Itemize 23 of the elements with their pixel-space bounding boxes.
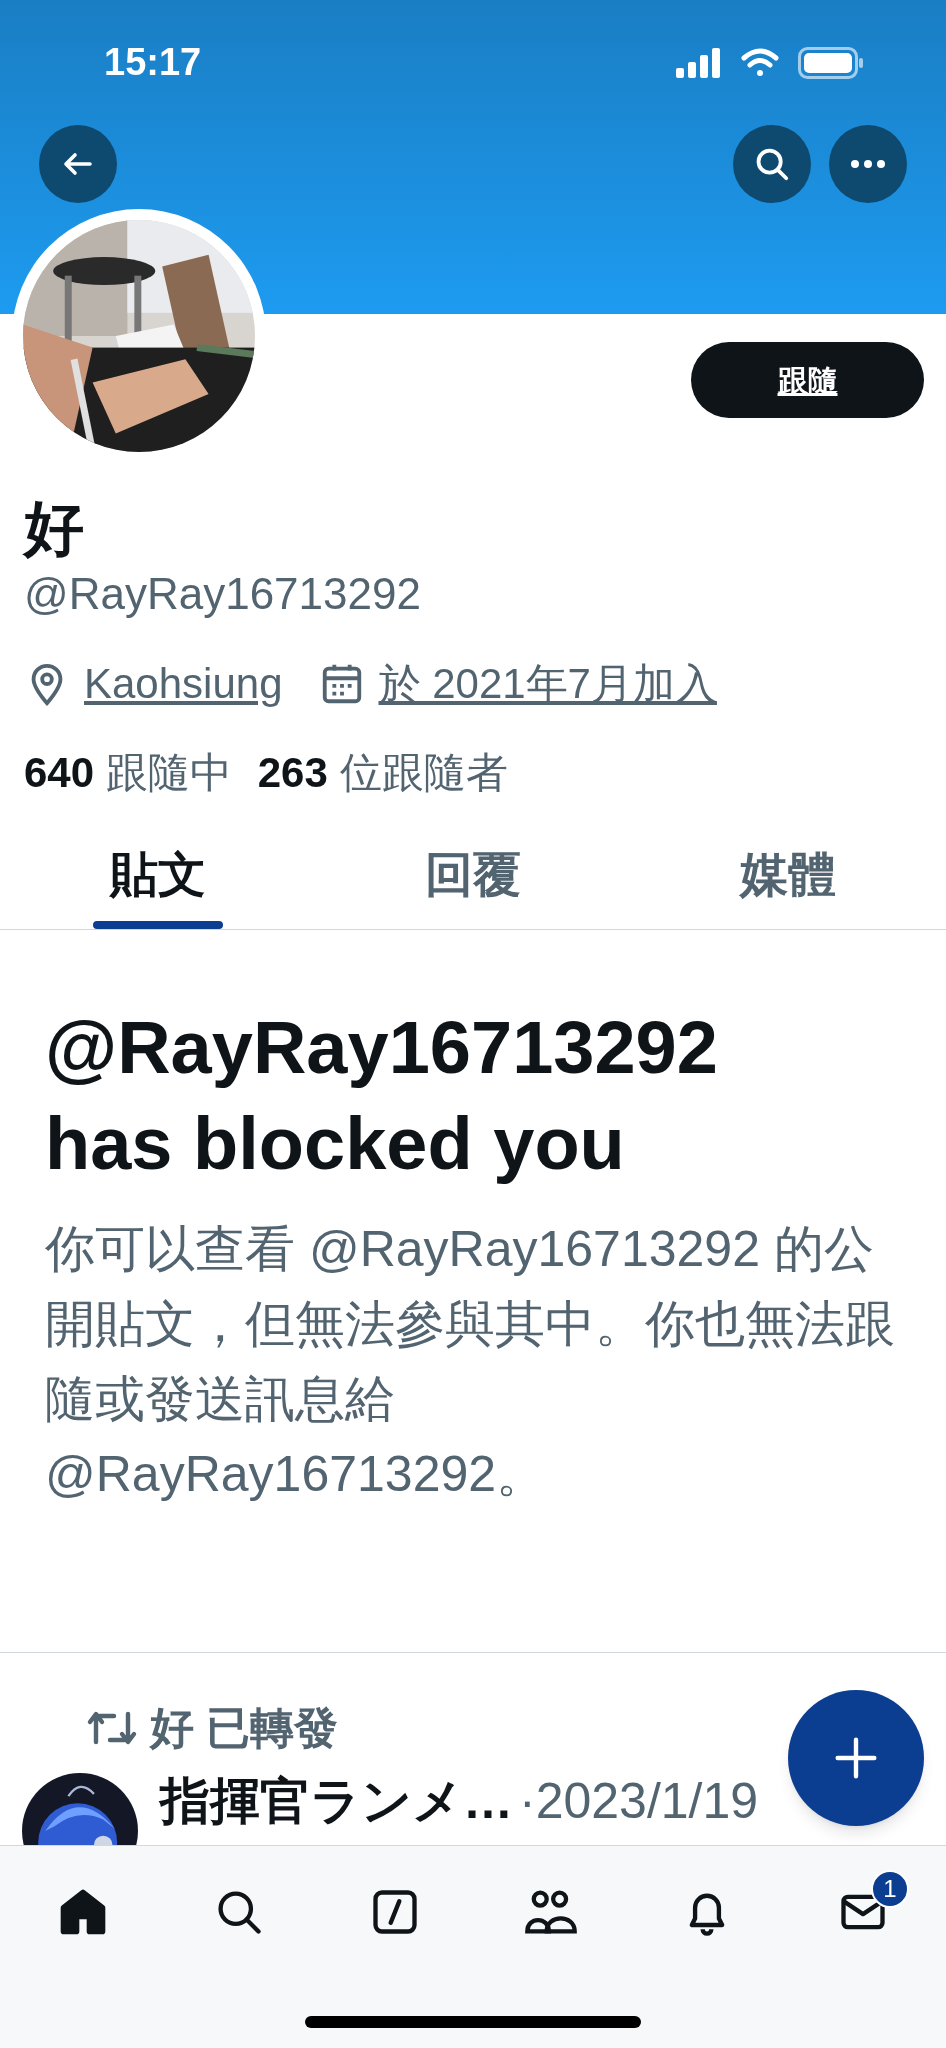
stat-link[interactable]: 263 位跟隨者	[257, 741, 508, 805]
stat-link[interactable]: 640 跟隨中	[24, 741, 232, 805]
post-author: 指揮官ランメ…	[160, 1772, 513, 1831]
profile-handle: @RayRay16713292	[24, 568, 422, 621]
repost-label: 好 已轉發	[150, 1702, 339, 1754]
joined-date-link[interactable]: 於 2021年7月加入	[378, 652, 717, 716]
battery-icon	[798, 46, 864, 79]
more-icon	[850, 159, 886, 169]
follow-button[interactable]: 跟隨	[691, 342, 924, 419]
signal-icon	[676, 47, 722, 78]
profile-tab[interactable]: 貼文	[0, 834, 316, 929]
status-time: 15:17	[104, 40, 202, 85]
plus-icon	[834, 1736, 878, 1780]
wifi-icon	[740, 47, 780, 78]
profile-tab[interactable]: 回覆	[315, 834, 631, 929]
profile-name: 好	[24, 494, 85, 565]
blocked-title: @RayRay16713292 has blocked you	[45, 1004, 719, 1187]
profile-tab[interactable]: 媒體	[630, 834, 946, 929]
post-date: ·2023/1/19	[519, 1772, 759, 1831]
nav-tab[interactable]: 1	[817, 1870, 909, 1954]
blocked-message: 你可以查看 @RayRay16713292 的公開貼文，但無法參與其中。你也無法跟隨或發送訊息給 @RayRay16713292。	[45, 1220, 896, 1504]
location-link[interactable]: Kaohsiung	[84, 652, 283, 716]
unread-badge: 1	[871, 1870, 909, 1908]
